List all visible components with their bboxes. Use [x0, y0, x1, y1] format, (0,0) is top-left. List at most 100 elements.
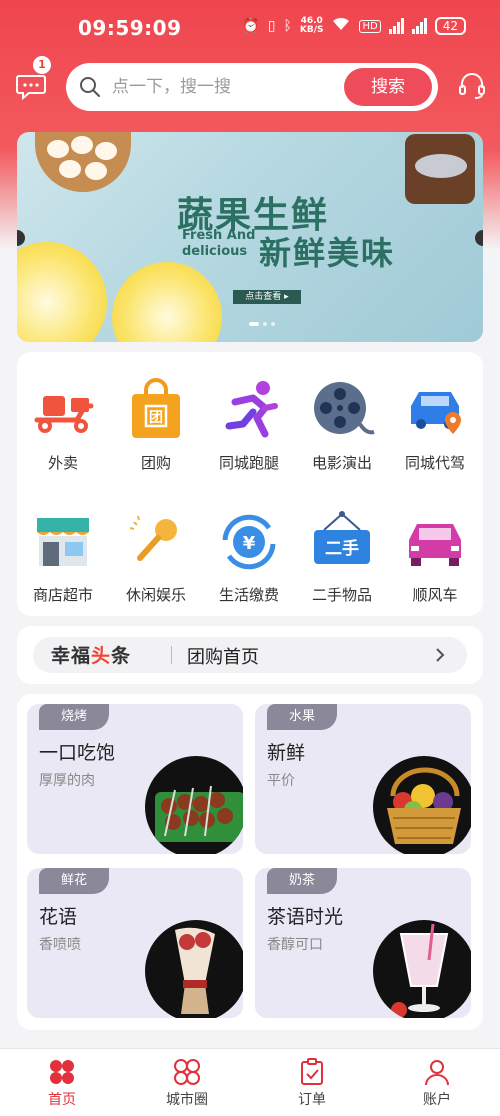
service-item-takeout[interactable]: 外卖	[17, 376, 109, 486]
tab-orders[interactable]: 订单	[272, 1057, 352, 1109]
svg-text:¥: ¥	[243, 533, 256, 554]
service-item-groupbuy[interactable]: 团 团购	[110, 376, 202, 486]
milk-tea-image	[373, 920, 471, 1018]
service-label: 二手物品	[311, 586, 372, 604]
microphone-icon	[129, 515, 177, 561]
product-title: 一口吃饱	[39, 742, 116, 764]
scooter-icon	[34, 396, 94, 433]
service-item-chauffeur[interactable]: 同城代驾	[389, 376, 481, 486]
signal-icon	[388, 18, 404, 34]
service-item-secondhand[interactable]: 二手 二手物品	[296, 508, 388, 618]
runner-icon	[225, 381, 278, 438]
chat-bubble-icon	[16, 75, 46, 101]
service-label: 休闲娱乐	[125, 586, 186, 604]
alarm-icon: ⏰	[242, 18, 260, 34]
headline-logo-part-b: 头	[91, 645, 112, 667]
headline-inner: 幸福头条 团购首页	[33, 637, 467, 673]
headline-logo-part-a: 幸福	[51, 645, 92, 667]
vibrate-icon: ▯	[267, 18, 276, 34]
headline-logo-part-c: 条	[111, 645, 132, 667]
net-speed-unit: KB/S	[299, 25, 324, 35]
search-input[interactable]	[112, 73, 332, 101]
clipboard-check-icon	[301, 1058, 323, 1085]
search-bar: 搜索	[66, 63, 438, 111]
service-label: 同城跑腿	[218, 454, 279, 472]
banner-prev-handle[interactable]	[17, 230, 25, 246]
tab-label: 首页	[48, 1092, 76, 1108]
status-time: 09:59:09	[78, 16, 182, 40]
service-item-bills[interactable]: ¥ 生活缴费	[203, 508, 295, 618]
city-circle-icon	[174, 1059, 200, 1085]
egg-basket-image	[35, 132, 131, 192]
home-grid-icon	[50, 1060, 74, 1084]
secondhand-sign-icon: 二手	[314, 511, 370, 564]
product-section: 烧烤 一口吃饱 厚厚的肉 水果 新鲜 平价 鲜花 花语 香喷喷 奶茶 茶语时光 …	[17, 694, 483, 1030]
search-button[interactable]: 搜索	[344, 68, 432, 106]
service-item-carpool[interactable]: 顺风车	[389, 508, 481, 618]
tab-home[interactable]: 首页	[22, 1057, 102, 1109]
service-label: 同城代驾	[404, 454, 465, 472]
chevron-right-icon	[436, 648, 445, 662]
headset-icon	[459, 73, 485, 99]
status-icons: ⏰ ▯ ᛒ 46.0 KB/S HD 42	[242, 16, 466, 36]
service-label: 电影演出	[311, 454, 372, 472]
service-label: 商店超市	[32, 586, 93, 604]
product-tag: 鲜花	[39, 868, 110, 894]
film-reel-icon	[314, 382, 375, 435]
product-card-bbq[interactable]: 烧烤 一口吃饱 厚厚的肉	[27, 704, 243, 854]
product-title: 茶语时光	[267, 906, 344, 928]
signal-icon-2	[411, 18, 427, 34]
headline-text: 团购首页	[187, 647, 259, 668]
status-bar: 09:59:09 ⏰ ▯ ᛒ 46.0 KB/S HD 42	[0, 14, 500, 44]
product-subtitle: 香喷喷	[39, 937, 81, 953]
product-title: 新鲜	[267, 742, 306, 764]
product-card-milktea[interactable]: 奶茶 茶语时光 香醇可口	[255, 868, 471, 1018]
lemon-image-2	[112, 262, 222, 342]
product-subtitle: 香醇可口	[267, 937, 323, 953]
service-item-supermarket[interactable]: 商店超市	[17, 508, 109, 618]
tab-label: 账户	[423, 1092, 451, 1108]
user-icon	[425, 1060, 449, 1086]
banner-next-handle[interactable]	[475, 230, 483, 246]
tab-label: 城市圈	[166, 1092, 208, 1108]
service-item-errand[interactable]: 同城跑腿	[203, 376, 295, 486]
product-subtitle: 厚厚的肉	[39, 773, 95, 789]
product-tag: 水果	[267, 704, 338, 730]
fruit-basket-image	[373, 756, 471, 854]
svg-text:二手: 二手	[325, 538, 359, 559]
banner-english: Fresh And delicious	[182, 228, 255, 260]
banner-cta-button[interactable]: 点击查看 ▸	[233, 290, 301, 304]
search-icon	[80, 77, 100, 97]
customer-service-button[interactable]	[456, 70, 488, 102]
service-label: 外卖	[47, 454, 78, 472]
services-grid: 外卖 团 团购 同城跑腿 电影演出 同城代驾 商店超市 休闲娱乐 ¥ 生活缴费 …	[17, 352, 483, 616]
tab-city-circle[interactable]: 城市圈	[147, 1057, 227, 1109]
headline-bar[interactable]: 幸福头条 团购首页	[17, 626, 483, 684]
headline-divider	[171, 646, 172, 664]
bluetooth-icon: ᛒ	[283, 18, 292, 34]
banner-en-line2: delicious	[182, 244, 248, 259]
product-card-fruit[interactable]: 水果 新鲜 平价	[255, 704, 471, 854]
product-tag: 奶茶	[267, 868, 338, 894]
net-speed: 46.0 KB/S	[300, 17, 324, 35]
car-icon	[409, 524, 461, 566]
service-label: 团购	[140, 454, 171, 472]
shopping-bag-icon: 团	[132, 378, 180, 438]
product-card-flowers[interactable]: 鲜花 花语 香喷喷	[27, 868, 243, 1018]
banner-pagination	[249, 322, 275, 326]
service-label: 顺风车	[412, 586, 458, 604]
store-icon	[37, 518, 89, 566]
lemon-image	[17, 242, 107, 342]
yuan-refresh-icon: ¥	[222, 514, 276, 570]
banner-en-line1: Fresh And	[182, 228, 256, 243]
wifi-icon	[331, 16, 351, 36]
service-item-movies[interactable]: 电影演出	[296, 376, 388, 486]
fish-image	[405, 134, 475, 204]
product-subtitle: 平价	[267, 773, 295, 789]
message-button[interactable]	[15, 70, 47, 102]
service-item-entertainment[interactable]: 休闲娱乐	[110, 508, 202, 618]
battery-icon: 42	[434, 17, 466, 35]
promo-banner[interactable]: 蔬果生鲜 Fresh And delicious 新鲜美味 点击查看 ▸	[17, 132, 483, 342]
tab-account[interactable]: 账户	[397, 1057, 477, 1109]
service-label: 生活缴费	[218, 586, 279, 604]
